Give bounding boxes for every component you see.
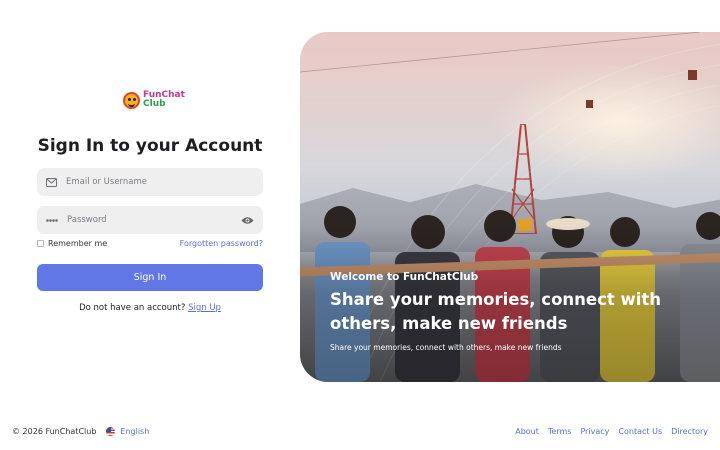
sign-in-button[interactable]: Sign In (37, 264, 263, 291)
password-field[interactable] (37, 206, 263, 234)
email-field[interactable] (37, 168, 263, 196)
remember-me[interactable]: Remember me (37, 239, 107, 248)
login-panel: FunChat Club Sign In to your Account Rem… (37, 0, 263, 450)
smiley-logo-icon (123, 91, 140, 109)
copyright: © 2026 FunChatClub (12, 427, 97, 436)
funchatclub-logo[interactable]: FunChat Club (123, 91, 185, 109)
footer: © 2026 FunChatClub English About Terms P… (12, 427, 708, 436)
hero-image: Welcome to FunChatClub Share your memori… (300, 32, 720, 382)
us-flag-icon (106, 427, 116, 436)
hero-caption: Welcome to FunChatClub Share your memori… (330, 271, 690, 352)
remember-row: Remember me Forgotten password? (37, 239, 263, 248)
language-label: English (120, 427, 150, 436)
language-selector[interactable]: English (106, 427, 149, 436)
hero-headline: Share your memories, connect with others… (330, 290, 662, 333)
footer-link-contact[interactable]: Contact Us (618, 427, 662, 436)
hero-eyebrow: Welcome to FunChatClub (330, 271, 479, 283)
hero-subtext: Share your memories, connect with others… (330, 343, 562, 352)
logo-wordmark: FunChat Club (143, 91, 185, 109)
remember-label: Remember me (48, 239, 108, 248)
email-input[interactable] (66, 177, 254, 187)
sign-up-link[interactable]: Sign Up (188, 303, 221, 313)
footer-link-terms[interactable]: Terms (548, 427, 572, 436)
footer-link-about[interactable]: About (515, 427, 539, 436)
forgot-password-link[interactable]: Forgotten password? (180, 239, 263, 248)
password-input[interactable] (67, 215, 241, 225)
show-password-eye-icon[interactable] (241, 216, 254, 225)
logo-line-2: Club (143, 99, 166, 109)
no-account-text: Do not have an account? (79, 303, 186, 313)
page-title: Sign In to your Account (37, 136, 263, 156)
password-dots-icon (46, 218, 58, 223)
footer-link-directory[interactable]: Directory (671, 427, 708, 436)
footer-link-privacy[interactable]: Privacy (580, 427, 609, 436)
footer-left: © 2026 FunChatClub English (12, 427, 149, 436)
remember-checkbox[interactable] (37, 240, 44, 247)
footer-links: About Terms Privacy Contact Us Directory (515, 427, 708, 436)
signup-prompt: Do not have an account? Sign Up (37, 303, 263, 313)
envelope-icon (46, 177, 57, 187)
